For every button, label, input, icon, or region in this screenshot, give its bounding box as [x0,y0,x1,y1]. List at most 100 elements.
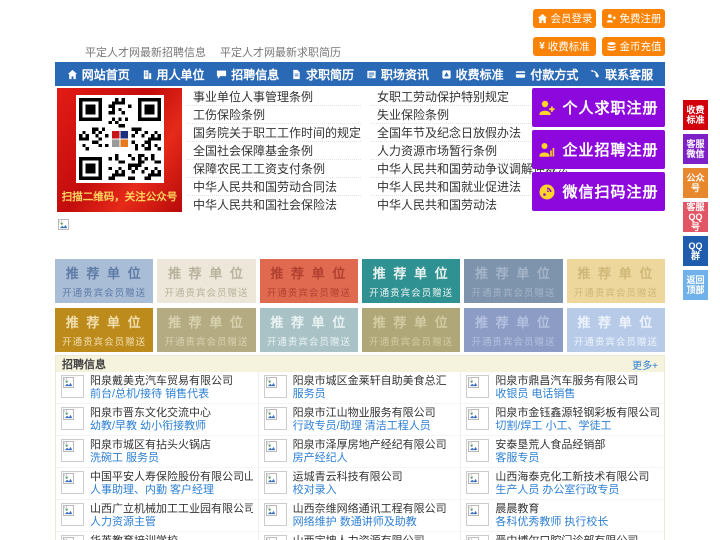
position-links[interactable]: 洗碗工 服务员 [90,452,211,465]
company-link[interactable]: 阳泉戴美克汽车贸易有限公司 [90,375,233,388]
recommend-unit-box[interactable]: 推 荐 单 位开通贵宾会员赠送 [566,259,665,303]
nav-item-payment[interactable]: 付款方式 [515,66,578,83]
position-links[interactable]: 幼教/早教 幼小衔接教师 [90,420,211,433]
job-texts: 中国平安人寿保险股份有限公司山西分公司人事助理、内勤 客户经理 [90,471,253,497]
recommend-unit-box[interactable]: 推 荐 单 位开通贵宾会员赠送 [362,259,461,303]
job-texts: 运城青云科技有限公司 校对录入 [293,471,403,497]
job-texts: 山西广立机械加工工业园有限公司 人力资源主管 [90,503,253,529]
position-links[interactable]: 收银员 电话销售 [495,388,638,401]
company-logo-broken-image [61,439,84,462]
position-links[interactable]: 生产人员 办公室行政专员 [495,484,649,497]
company-logo-broken-image [61,471,84,494]
recommend-unit-box[interactable]: 推 荐 单 位开通贵宾会员赠送 [157,308,256,352]
recommend-unit-title: 推 荐 单 位 [168,266,245,281]
policy-link[interactable]: 国务院关于职工工作时间的规定 [187,124,362,142]
recommend-unit-box[interactable]: 推 荐 单 位开通贵宾会员赠送 [55,308,154,352]
job-listing: 运城青云科技有限公司 校对录入 [258,468,461,500]
recommend-unit-box[interactable]: 推 荐 单 位开通贵宾会员赠送 [464,308,563,352]
company-link[interactable]: 华英教育培训学校 [90,535,178,540]
job-texts: 阳泉戴美克汽车贸易有限公司 前台/总机/接待 销售代表 [90,375,233,401]
free-register-button[interactable]: 免费注册 [602,9,665,28]
company-logo-broken-image [263,503,287,526]
policy-link[interactable]: 全国社会保障基金条例 [187,142,362,160]
position-links[interactable]: 网络维护 数通讲师及助教 [293,516,447,529]
jobs-column: 阳泉市鼎昌汽车服务有限公司 收银员 电话销售阳泉市金钰鑫源轻钢彩板有限公司 切割/焊… [461,372,664,540]
company-link[interactable]: 山西奈维网络通讯工程有限公司 [293,503,447,516]
position-links[interactable]: 前台/总机/接待 销售代表 [90,388,233,401]
float-qq-service[interactable]: 客服QQ号 [683,202,708,232]
policy-link[interactable]: 事业单位人事管理条例 [187,88,362,106]
recommend-unit-box[interactable]: 推 荐 单 位开通贵宾会员赠送 [566,308,665,352]
recommend-unit-box[interactable]: 推 荐 单 位开通贵宾会员赠送 [464,259,563,303]
nav-item-job-info[interactable]: 招聘信息 [216,66,279,83]
company-register-button[interactable]: 企业招聘注册 [532,130,665,169]
fee-standard-button[interactable]: ¥ 收费标准 [533,37,596,56]
personal-register-button[interactable]: 个人求职注册 [532,88,665,127]
nav-item-resumes[interactable]: 求职简历 [291,66,354,83]
position-links[interactable]: 服务员 [293,388,447,401]
company-logo-broken-image [61,407,84,430]
register-button-label: 个人求职注册 [562,100,659,117]
policy-link[interactable]: 中华人民共和国劳动合同法 [187,178,362,196]
page: 平定人才网最新招聘信息 平定人才网最新求职简历 会员登录 免费注册 ¥ 收费标准 金币充值… [0,0,720,540]
nav-item-support[interactable]: 联系客服 [590,66,653,83]
position-links[interactable]: 客服专员 [495,452,605,465]
recommend-unit-subtitle: 开通贵宾会员赠送 [573,337,658,348]
nav-item-label: 网站首页 [81,67,130,82]
float-wechat-service[interactable]: 客服微信 [683,134,708,164]
position-links[interactable]: 行政专员/助理 清洁工程人员 [293,420,436,433]
recommend-unit-box[interactable]: 推 荐 单 位开通贵宾会员赠送 [157,259,256,303]
position-links[interactable]: 各科优秀教师 执行校长 [495,516,608,529]
job-texts: 安泰垦荒人食品经销部 客服专员 [495,439,605,465]
job-listing: 山西奈维网络通讯工程有限公司 网络维护 数通讲师及助教 [258,500,461,532]
coin-recharge-button[interactable]: 金币充值 [602,37,665,56]
company-link[interactable]: 阳泉市江山物业服务有限公司 [293,407,436,420]
nav-item-home[interactable]: 网站首页 [67,66,130,83]
company-link[interactable]: 阳泉市晋东文化交流中心 [90,407,211,420]
recommend-unit-subtitle: 开通贵宾会员赠送 [62,337,147,348]
floating-sidebar: 收费标准客服微信公众号客服QQ号 QQ群返回顶部 [683,100,708,304]
company-link[interactable]: 山西定坤人力资源有限公司 [293,535,425,540]
company-link[interactable]: 阳泉市城区金莱轩自助美食总汇 [293,375,447,388]
position-links[interactable]: 人力资源主管 [90,516,253,529]
jobs-grid: 阳泉戴美克汽车贸易有限公司 前台/总机/接待 销售代表 阳泉市晋东文化交流中心 幼教/… [56,372,664,540]
position-links[interactable]: 切割/焊工 小工、学徒工 [495,420,659,433]
position-links[interactable]: 房产经纪人 [293,452,447,465]
float-fee-standard[interactable]: 收费标准 [683,100,708,130]
company-link[interactable]: 阳泉市鼎昌汽车服务有限公司 [495,375,638,388]
member-login-button[interactable]: 会员登录 [533,9,596,28]
company-link[interactable]: 山西广立机械加工工业园有限公司 [90,503,253,516]
nav-item-label: 用人单位 [156,67,205,82]
jobs-more-link[interactable]: 更多+ [632,357,658,372]
float-official-account[interactable]: 公众号 [683,168,708,198]
float-back-to-top[interactable]: 返回顶部 [683,270,708,300]
company-link[interactable]: 安泰垦荒人食品经销部 [495,439,605,452]
policy-link[interactable]: 中华人民共和国社会保险法 [187,196,361,213]
job-texts: 阳泉市城区有拈头火锅店 洗碗工 服务员 [90,439,211,465]
company-link[interactable]: 晋中博尔口腔门诊部有限公司 [495,535,638,540]
policy-link[interactable]: 保障农民工工资支付条例 [187,160,362,178]
wechat-register-button[interactable]: 微信扫码注册 [532,172,665,211]
company-link[interactable]: 晨晨教育 [495,503,608,516]
recommend-unit-box[interactable]: 推 荐 单 位开通贵宾会员赠送 [55,259,154,303]
nav-item-pricing[interactable]: 收费标准 [441,66,504,83]
policy-link[interactable]: 工伤保险条例 [187,106,362,124]
recommend-unit-box[interactable]: 推 荐 单 位开通贵宾会员赠送 [259,259,358,303]
recommend-unit-box[interactable]: 推 荐 单 位开通贵宾会员赠送 [259,308,358,352]
company-link[interactable]: 山西海泰克化工新技术有限公司 [495,471,649,484]
company-link[interactable]: 中国平安人寿保险股份有限公司山西分公司 [90,471,253,484]
nav-item-career-news[interactable]: 职场资讯 [366,66,429,83]
company-link[interactable]: 运城青云科技有限公司 [293,471,403,484]
job-listing: 晋中博尔口腔门诊部有限公司口腔执业医师 [461,532,664,540]
float-qq-group[interactable]: QQ群 [683,236,708,266]
recommend-unit-box[interactable]: 推 荐 单 位开通贵宾会员赠送 [362,308,461,352]
nav-item-employers[interactable]: 用人单位 [142,66,205,83]
recommend-unit-subtitle: 开通贵宾会员赠送 [62,288,147,299]
company-link[interactable]: 阳泉市金钰鑫源轻钢彩板有限公司 [495,407,659,420]
position-links[interactable]: 人事助理、内勤 客户经理 [90,484,253,497]
tagline-resumes: 平定人才网最新求职简历 [220,47,341,59]
company-link[interactable]: 阳泉市城区有拈头火锅店 [90,439,211,452]
position-links[interactable]: 校对录入 [293,484,403,497]
yen-icon: ¥ [539,40,545,52]
company-link[interactable]: 阳泉市泽厚房地产经纪有限公司 [293,439,447,452]
